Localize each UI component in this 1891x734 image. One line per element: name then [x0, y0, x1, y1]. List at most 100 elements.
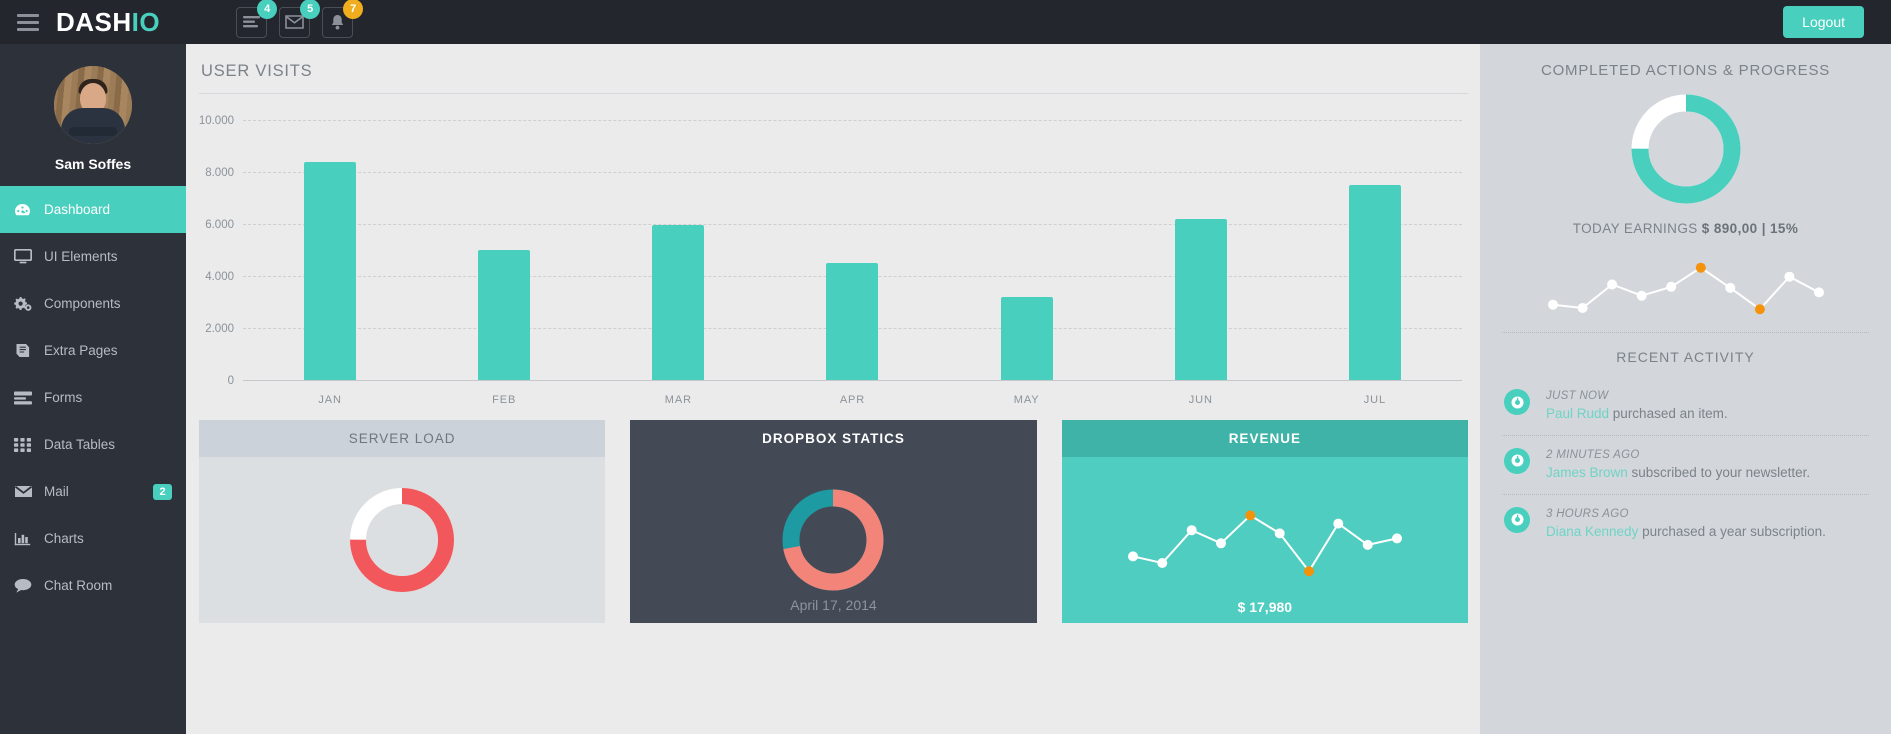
earnings-prefix: TODAY EARNINGS — [1572, 221, 1698, 236]
sidebar-item-mail[interactable]: Mail 2 — [0, 468, 186, 515]
activity-actor-link[interactable]: Paul Rudd — [1546, 406, 1609, 421]
sparkline-point[interactable] — [1303, 566, 1314, 577]
sparkline-point[interactable] — [1695, 262, 1706, 273]
sidebar-item-label: Components — [44, 296, 121, 311]
sidebar-profile: Sam Soffes — [0, 44, 186, 186]
sparkline-point[interactable] — [1333, 518, 1344, 529]
card-revenue: REVENUE $ 17,980 — [1061, 420, 1468, 623]
sparkline-point[interactable] — [1127, 551, 1138, 562]
sparkline-point[interactable] — [1783, 271, 1794, 282]
x-axis-tick-label: APR — [839, 394, 866, 406]
hamburger-menu-icon[interactable] — [0, 13, 56, 31]
activity-text: Paul Rudd purchased an item. — [1546, 405, 1728, 423]
app-logo[interactable]: DASHIO — [56, 7, 160, 38]
card-date-label: April 17, 2014 — [790, 597, 877, 613]
gridline: 0 — [228, 375, 1462, 387]
sparkline-point[interactable] — [1606, 279, 1617, 290]
card-title: SERVER LOAD — [348, 431, 456, 446]
recent-activity-list: JUST NOW Paul Rudd purchased an item. 2 MI… — [1502, 377, 1869, 552]
clock-icon — [1504, 447, 1530, 474]
sparkline-point[interactable] — [1245, 510, 1256, 521]
activity-actor-link[interactable]: James Brown — [1546, 465, 1628, 480]
activity-timestamp: JUST NOW — [1546, 390, 1609, 402]
chart-bar-column[interactable]: JAN — [243, 120, 417, 406]
widget-card-row: SERVER LOAD DROPBOX STATICS April 17, 2014… — [199, 420, 1468, 623]
card-header: DROPBOX STATICS — [630, 420, 1037, 457]
card-title: DROPBOX STATICS — [762, 431, 905, 446]
chart-bar[interactable] — [652, 225, 705, 380]
logout-button[interactable]: Logout — [1783, 6, 1864, 38]
chart-bar-column[interactable]: JUL — [1288, 120, 1462, 406]
y-axis-tick-label: 6.000 — [205, 219, 234, 231]
chart-bar[interactable] — [478, 250, 531, 380]
sparkline-point[interactable] — [1547, 299, 1558, 310]
sparkline-point[interactable] — [1391, 533, 1402, 544]
sparkline-point[interactable] — [1274, 528, 1285, 539]
sparkline-point[interactable] — [1186, 525, 1197, 536]
sidebar-item-label: Dashboard — [44, 202, 111, 217]
bell-icon[interactable]: 7 — [322, 0, 364, 38]
card-body: April 17, 2014 — [630, 457, 1037, 623]
envelope-icon[interactable]: 5 — [279, 0, 321, 38]
envelope-icon — [14, 485, 44, 498]
sidebar-item-dashboard[interactable]: Dashboard — [0, 186, 186, 233]
sparkline-point[interactable] — [1362, 539, 1373, 550]
activity-timestamp: 3 HOURS AGO — [1546, 507, 1629, 520]
chart-bar-column[interactable]: APR — [765, 120, 939, 406]
earnings-value: $ 890,00 | 15% — [1701, 221, 1799, 236]
activity-timestamp: 2 MINUTES AGO — [1546, 448, 1640, 461]
sidebar-item-extra-pages[interactable]: Extra Pages — [0, 327, 186, 374]
form-list-icon — [14, 391, 44, 405]
sparkline-point[interactable] — [1157, 558, 1168, 568]
card-header: REVENUE — [1061, 420, 1468, 457]
sparkline-point[interactable] — [1754, 304, 1765, 315]
sidebar-item-forms[interactable]: Forms — [0, 374, 186, 421]
revenue-sparkline-svg — [1127, 510, 1402, 577]
chart-bar[interactable] — [1000, 296, 1053, 380]
sidebar-item-ui-elements[interactable]: UI Elements — [0, 233, 186, 280]
bar-chart-icon — [14, 532, 44, 546]
activity-actor-link[interactable]: Diana Kennedy — [1546, 524, 1638, 539]
activity-text: James Brown subscribed to your newslette… — [1546, 464, 1810, 482]
sparkline-point[interactable] — [1215, 538, 1226, 549]
sparkline-point[interactable] — [1813, 287, 1824, 298]
chart-bar-column[interactable]: MAY — [940, 120, 1114, 406]
y-axis-tick-label: 10.000 — [198, 115, 234, 127]
sparkline-point[interactable] — [1724, 282, 1735, 293]
main-content: USER VISITS 0 2.000 4.000 6.000 8.000 10.000 … — [186, 44, 1480, 734]
activity-detail: purchased a year subscription. — [1638, 523, 1826, 539]
chart-bar[interactable] — [1348, 185, 1401, 380]
sparkline-point[interactable] — [1665, 281, 1676, 292]
chart-bar[interactable] — [826, 263, 879, 380]
y-axis-tick-label: 0 — [227, 375, 234, 387]
chart-bar-column[interactable]: JUN — [1114, 120, 1288, 406]
sparkline-point[interactable] — [1577, 303, 1588, 313]
clock-icon — [1504, 506, 1530, 533]
card-dropbox-statics: DROPBOX STATICS April 17, 2014 — [630, 420, 1037, 623]
sidebar-item-components[interactable]: Components — [0, 280, 186, 327]
sidebar-item-badge: 2 — [153, 483, 172, 500]
gears-icon — [14, 296, 44, 311]
tasks-icon[interactable]: 4 — [236, 0, 278, 38]
sparkline-point[interactable] — [1636, 290, 1647, 301]
sidebar-item-data-tables[interactable]: Data Tables — [0, 421, 186, 468]
chart-bar-column[interactable]: FEB — [417, 120, 591, 406]
chart-bar-column[interactable]: MAR — [591, 120, 765, 406]
chart-bar[interactable] — [1174, 218, 1227, 380]
sidebar-item-label: Charts — [44, 531, 84, 546]
sidebar-item-chat-room[interactable]: Chat Room — [0, 562, 186, 609]
activity-detail: subscribed to your newsletter. — [1627, 464, 1811, 480]
x-axis-tick-label: MAR — [664, 394, 692, 406]
tasks-badge: 4 — [257, 0, 278, 19]
card-header: SERVER LOAD — [199, 420, 606, 457]
recent-activity-title: RECENT ACTIVITY — [1616, 349, 1755, 365]
card-revenue-value: $ 17,980 — [1237, 599, 1293, 615]
page-title: USER VISITS — [201, 62, 313, 80]
right-panel: COMPLETED ACTIONS & PROGRESS TODAY EARNI… — [1480, 44, 1891, 734]
sidebar-item-charts[interactable]: Charts — [0, 515, 186, 562]
clock-icon — [1504, 389, 1530, 415]
dashboard-page: DASHIO 4 5 7 Logout Sam Soffes Dashboard… — [0, 0, 1891, 734]
chart-bar[interactable] — [304, 161, 357, 380]
notification-badge: 7 — [343, 0, 364, 19]
user-visits-chart: 0 2.000 4.000 6.000 8.000 10.000 JAN FEB MAR APR… — [198, 108, 1468, 416]
